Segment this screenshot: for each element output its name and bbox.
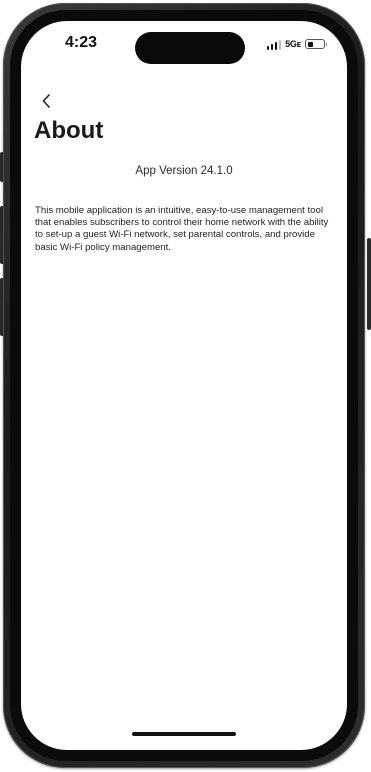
app-version-label: App Version 24.1.0 (135, 165, 233, 177)
back-button[interactable] (37, 91, 57, 111)
network-type-label: 5Gᴇ (285, 39, 301, 49)
cellular-signal-icon (266, 39, 282, 50)
page-title: About (34, 117, 104, 144)
power-button (367, 238, 371, 330)
phone-bezel: 4:23 5Gᴇ About App Version 24.1.0 This m… (10, 10, 358, 761)
device-mockup: 4:23 5Gᴇ About App Version 24.1.0 This m… (0, 0, 371, 772)
app-screen: 4:23 5Gᴇ About App Version 24.1.0 This m… (21, 21, 347, 750)
home-indicator[interactable] (132, 732, 236, 736)
battery-icon (305, 39, 327, 49)
chevron-left-icon (42, 94, 50, 108)
status-icons: 5Gᴇ (266, 37, 327, 51)
dynamic-island (135, 32, 245, 64)
status-time: 4:23 (65, 34, 98, 51)
phone-frame: 4:23 5Gᴇ About App Version 24.1.0 This m… (3, 3, 365, 768)
app-description: This mobile application is an intuitive,… (35, 205, 329, 253)
